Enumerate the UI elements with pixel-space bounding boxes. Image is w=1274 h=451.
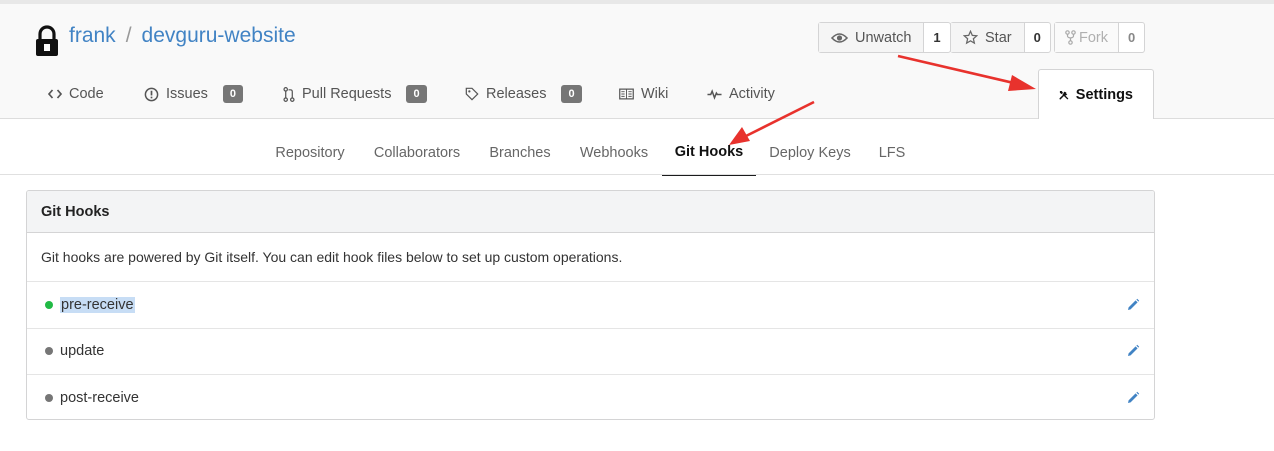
hook-status-dot [45,347,53,356]
watch-count[interactable]: 1 [924,23,949,52]
tab-issues[interactable]: Issues 0 [144,70,244,118]
settings-nav-lfs[interactable]: LFS [870,130,914,176]
unwatch-label: Unwatch [855,29,912,46]
fork-label: Fork [1079,29,1108,46]
fork-button[interactable]: Fork [1055,23,1119,52]
tab-wiki-label: Wiki [641,86,669,102]
settings-nav-divider [0,174,1274,175]
tag-icon [465,87,479,101]
tab-code[interactable]: Code [48,70,104,118]
settings-nav-collaborators[interactable]: Collaborators [365,130,469,176]
tools-icon [1059,90,1069,99]
hook-name: update [60,343,105,360]
pencil-icon[interactable] [1126,344,1140,358]
unwatch-button[interactable]: Unwatch [819,23,925,52]
tab-settings-label: Settings [1075,86,1133,103]
settings-nav-repository[interactable]: Repository [264,130,356,176]
hook-status-dot [45,300,53,309]
pulse-icon [707,89,722,100]
repo-owner-link[interactable]: frank [69,24,116,47]
issue-icon [144,87,159,101]
hook-row: update [27,329,1154,375]
repo-path: frank / devguru-website [69,22,296,50]
tab-releases[interactable]: Releases 0 [465,70,582,118]
panel-title: Git Hooks [27,191,1154,233]
watch-button-group: Unwatch 1 [818,22,951,53]
tab-settings[interactable]: Settings [1038,69,1154,119]
issues-count-badge: 0 [222,85,244,103]
book-icon [619,88,634,100]
tab-pull-requests[interactable]: Pull Requests 0 [283,70,427,118]
tab-wiki[interactable]: Wiki [619,70,668,118]
fork-button-group: Fork 0 [1054,22,1146,53]
hook-row: post-receive [27,375,1154,419]
hook-status-dot [45,394,53,403]
code-icon [48,89,62,99]
fork-icon [1065,30,1076,45]
tab-activity-label: Activity [729,86,775,102]
star-icon [963,30,978,45]
hook-row: pre-receive [27,282,1154,329]
tab-issues-label: Issues [166,86,208,102]
tab-code-label: Code [69,86,104,102]
pencil-icon[interactable] [1126,391,1140,405]
star-count[interactable]: 0 [1025,23,1050,52]
pull-request-icon [283,86,295,102]
hook-name: pre-receive [60,296,135,313]
tab-pull-requests-label: Pull Requests [302,86,392,102]
tab-releases-label: Releases [486,86,547,102]
pull-requests-count-badge: 0 [406,85,427,103]
lock-icon [36,25,58,56]
releases-count-badge: 0 [561,85,582,103]
panel-description: Git hooks are powered by Git itself. You… [27,233,1154,282]
star-button[interactable]: Star [951,23,1025,52]
repo-name-link[interactable]: devguru-website [142,24,296,47]
pencil-icon[interactable] [1126,298,1140,312]
tab-activity[interactable]: Activity [707,70,775,118]
repo-nav: Code Issues 0 Pull Requests 0 Releases 0 [0,69,1274,119]
settings-nav: Repository Collaborators Branches Webhoo… [0,130,1274,176]
settings-nav-webhooks[interactable]: Webhooks [571,130,657,176]
git-hooks-panel: Git Hooks Git hooks are powered by Git i… [26,190,1155,420]
settings-nav-deploy-keys[interactable]: Deploy Keys [764,130,856,176]
path-separator: / [125,24,132,47]
settings-nav-branches[interactable]: Branches [481,130,559,176]
star-button-group: Star 0 [950,22,1051,53]
fork-count[interactable]: 0 [1119,23,1144,52]
eye-icon [831,32,848,43]
settings-nav-git-hooks[interactable]: Git Hooks [662,130,756,176]
star-label: Star [985,29,1012,46]
hook-name: post-receive [60,390,139,407]
